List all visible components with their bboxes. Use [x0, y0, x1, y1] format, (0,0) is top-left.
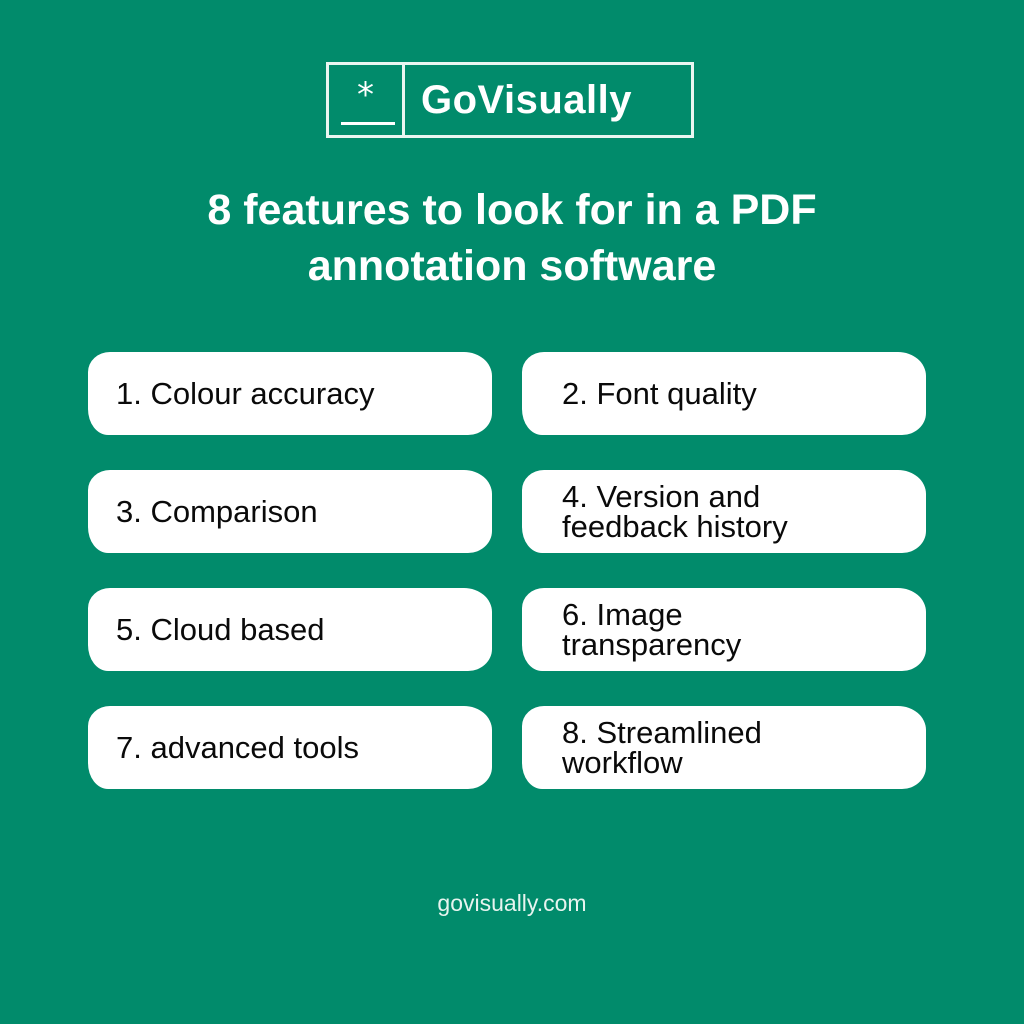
feature-card-comparison: 3. Comparison — [88, 470, 492, 553]
feature-card-colour-accuracy: 1. Colour accuracy — [88, 352, 492, 435]
logo-mark: * — [329, 65, 405, 135]
brand-name: GoVisually — [421, 77, 633, 122]
feature-card-streamlined-workflow: 8. Streamlined workflow — [522, 706, 926, 789]
feature-label: 6. Image transparency — [562, 597, 742, 662]
website-url: govisually.com — [437, 890, 587, 916]
title-line-1: 8 features to look for in a PDF — [207, 186, 817, 234]
feature-card-cloud-based: 5. Cloud based — [88, 588, 492, 671]
title-line-2: annotation software — [307, 242, 717, 290]
feature-label: 3. Comparison — [116, 493, 318, 529]
feature-label: 8. Streamlined workflow — [562, 715, 762, 780]
feature-label: 5. Cloud based — [116, 611, 325, 647]
feature-label: 4. Version and feedback history — [562, 479, 788, 544]
feature-card-advanced-tools: 7. advanced tools — [88, 706, 492, 789]
feature-card-image-transparency: 6. Image transparency — [522, 588, 926, 671]
feature-label: 7. advanced tools — [116, 729, 360, 765]
feature-card-version-history: 4. Version and feedback history — [522, 470, 926, 553]
logo-underline — [341, 122, 395, 125]
page-title: 8 features to look for in a PDF annotati… — [0, 182, 1024, 294]
asterisk-icon: * — [357, 75, 374, 115]
feature-label: 2. Font quality — [562, 375, 757, 411]
brand-logo: * GoVisually — [326, 62, 694, 138]
feature-card-font-quality: 2. Font quality — [522, 352, 926, 435]
features-grid: 1. Colour accuracy 2. Font quality 3. Co… — [88, 352, 926, 789]
feature-label: 1. Colour accuracy — [116, 375, 375, 411]
